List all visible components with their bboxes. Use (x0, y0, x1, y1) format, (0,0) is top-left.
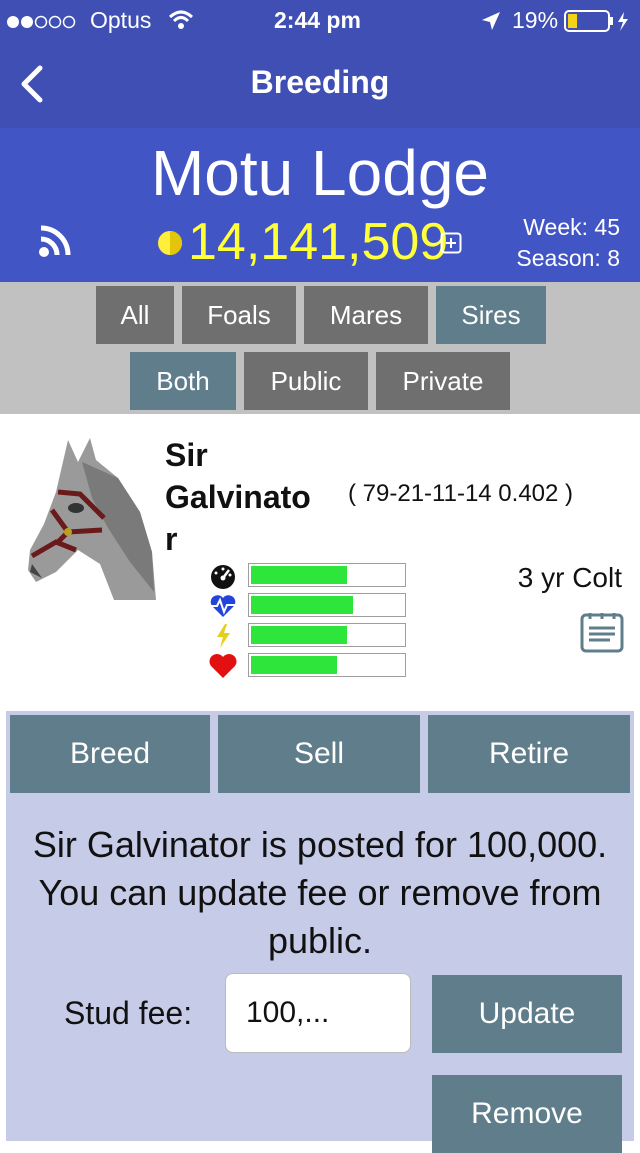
stat-fill (251, 656, 338, 674)
stud-fee-input[interactable]: 100,... (225, 973, 411, 1053)
nav-title: Breeding (250, 64, 390, 100)
stud-fee-label: Stud fee: (64, 995, 193, 1031)
filter-sires-button[interactable]: Sires (436, 286, 546, 344)
battery-icon (564, 10, 628, 32)
money-balance: 14,141,509 (188, 213, 449, 271)
race-record: ( 79-21-11-14 0.402 ) (348, 480, 574, 507)
speed-stat-bar (248, 563, 406, 587)
clock: 2:44 pm (274, 7, 361, 33)
filter-foals-button[interactable]: Foals (182, 286, 296, 344)
heartbeat-icon (209, 595, 237, 617)
filter-panel: All Foals Mares Sires Both Public Privat… (0, 282, 640, 414)
remove-button[interactable]: Remove (432, 1075, 622, 1153)
filter-private-button[interactable]: Private (376, 352, 510, 410)
lightning-icon (217, 624, 230, 648)
horse-portrait (28, 438, 156, 600)
rss-feed-icon[interactable] (38, 224, 74, 258)
stud-panel: Breed Sell Retire Sir Galvinator is post… (6, 711, 634, 1153)
stable-header: Motu Lodge 14,141,509 Week: 45 Season: 8 (0, 128, 640, 282)
horse-name-line: Galvinato (165, 479, 311, 515)
filter-mares-button[interactable]: Mares (304, 286, 428, 344)
horse-card[interactable]: Sir Galvinato r ( 79-21-11-14 0.402 ) 3 … (0, 414, 640, 711)
top-bar: Optus 2:44 pm 19% Breeding (0, 0, 640, 128)
filter-both-button[interactable]: Both (130, 352, 236, 410)
horse-name-line: Sir (165, 437, 208, 473)
horse-name-line: r (165, 521, 178, 557)
signal-strength-icon (7, 15, 76, 29)
horse-name: Sir Galvinato r (165, 434, 311, 560)
stud-info-text: Sir Galvinator is posted for 100,000. Yo… (32, 824, 608, 961)
sell-button[interactable]: Sell (218, 715, 420, 793)
speedometer-icon (211, 565, 235, 589)
retire-button[interactable]: Retire (428, 715, 630, 793)
season-label: Season: 8 (516, 245, 620, 271)
stat-fill (251, 596, 354, 614)
carrier-name: Optus (90, 7, 152, 33)
filter-public-button[interactable]: Public (244, 352, 368, 410)
update-button[interactable]: Update (432, 975, 622, 1053)
stat-fill (251, 566, 347, 584)
breed-button[interactable]: Breed (10, 715, 210, 793)
filter-all-button[interactable]: All (96, 286, 174, 344)
add-funds-icon[interactable] (440, 232, 462, 254)
details-form-icon[interactable] (580, 610, 624, 654)
stat-fill (251, 626, 347, 644)
age-sex-label: 3 yr Colt (517, 562, 622, 593)
stable-name: Motu Lodge (150, 137, 490, 209)
week-label: Week: 45 (523, 214, 620, 240)
coin-icon (158, 231, 182, 255)
acceleration-stat-bar (248, 623, 406, 647)
location-arrow-icon (482, 12, 500, 30)
heart-icon (209, 654, 237, 678)
wifi-icon (168, 10, 194, 29)
stamina-stat-bar (248, 593, 406, 617)
battery-percent: 19% (512, 7, 559, 33)
heart-stat-bar (248, 653, 406, 677)
